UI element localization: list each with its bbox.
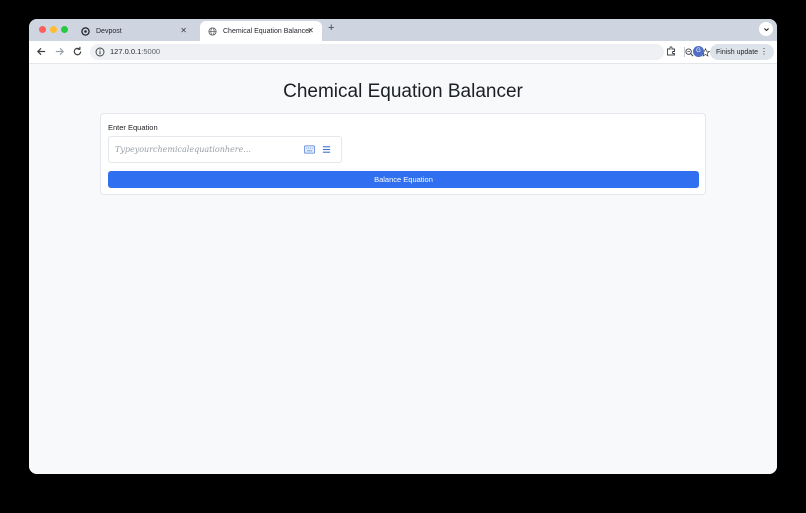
profile-avatar[interactable]: G (693, 46, 704, 57)
url-text: 127.0.0.1:5000 (110, 47, 160, 56)
maximize-window-button[interactable] (61, 26, 68, 33)
balance-equation-button[interactable]: Balance Equation (108, 171, 699, 188)
browser-toolbar: 127.0.0.1:5000 G Finish update ⋮ (29, 41, 777, 64)
equation-form-card: Enter Equation Typeyourchemicalequationh… (100, 113, 706, 195)
page-content: Chemical Equation Balancer Enter Equatio… (29, 64, 777, 474)
url-port: :5000 (141, 47, 161, 56)
tab-strip: Devpost ✕ Chemical Equation Balancer ✕ + (29, 19, 777, 41)
site-info-icon[interactable] (95, 47, 105, 57)
reload-icon[interactable] (72, 46, 83, 57)
globe-icon (208, 26, 217, 36)
back-arrow-icon[interactable] (36, 46, 47, 57)
tab-title: Devpost (96, 27, 122, 35)
equation-placeholder: Typeyourchemicalequationhere... (115, 145, 251, 154)
hamburger-menu-icon[interactable] (322, 145, 331, 154)
close-tab-icon[interactable]: ✕ (307, 26, 314, 35)
extensions-puzzle-icon[interactable] (666, 46, 676, 56)
page-title: Chemical Equation Balancer (283, 81, 523, 102)
virtual-keyboard-icon[interactable] (304, 145, 315, 154)
toolbar-divider (684, 47, 685, 57)
tab-search-button[interactable] (759, 22, 773, 36)
equation-label: Enter Equation (108, 123, 158, 132)
tab-devpost[interactable]: Devpost ✕ (73, 21, 195, 41)
close-tab-icon[interactable]: ✕ (180, 26, 187, 35)
more-menu-icon: ⋮ (760, 47, 768, 56)
chevron-down-icon (763, 27, 769, 31)
browser-window: Devpost ✕ Chemical Equation Balancer ✕ +… (29, 19, 777, 474)
equation-input[interactable]: Typeyourchemicalequationhere... (108, 136, 342, 163)
finish-update-button[interactable]: Finish update ⋮ (710, 44, 774, 60)
close-window-button[interactable] (39, 26, 46, 33)
url-host: 127.0.0.1 (110, 47, 142, 56)
new-tab-button[interactable]: + (328, 22, 334, 34)
finish-update-label: Finish update (716, 48, 759, 56)
address-bar[interactable]: 127.0.0.1:5000 (90, 44, 710, 60)
forward-arrow-icon[interactable] (54, 46, 65, 57)
minimize-window-button[interactable] (50, 26, 57, 33)
tab-chemical-equation-balancer[interactable]: Chemical Equation Balancer ✕ (200, 21, 322, 41)
devpost-icon (81, 26, 90, 36)
tab-title: Chemical Equation Balancer (223, 27, 312, 35)
